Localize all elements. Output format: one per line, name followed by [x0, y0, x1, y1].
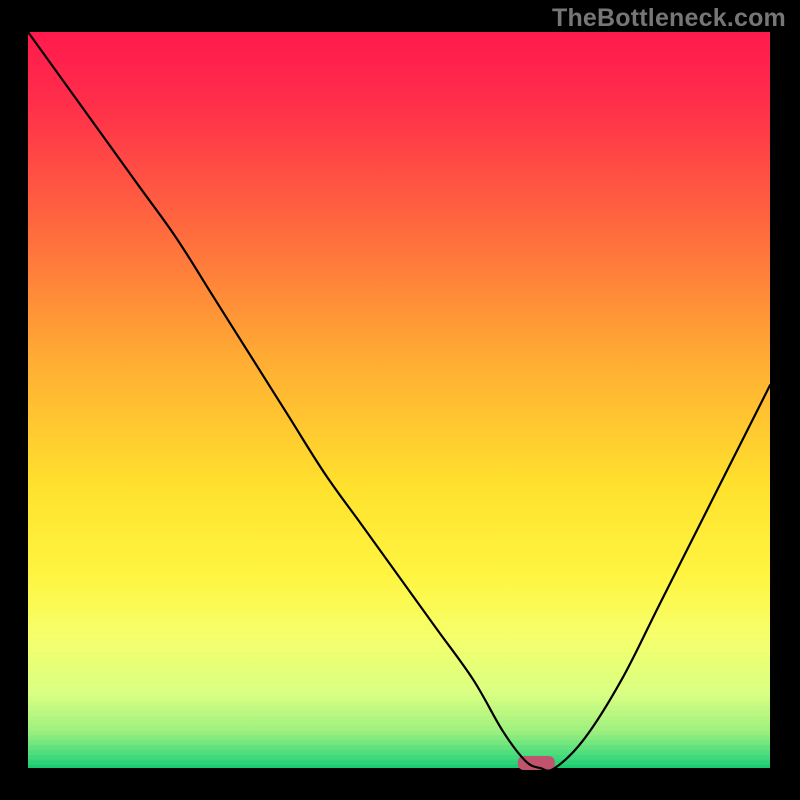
chart-frame: { "watermark": "TheBottleneck.com", "plo… [0, 0, 800, 800]
plot-background [28, 32, 770, 768]
bottleneck-chart [0, 0, 800, 800]
